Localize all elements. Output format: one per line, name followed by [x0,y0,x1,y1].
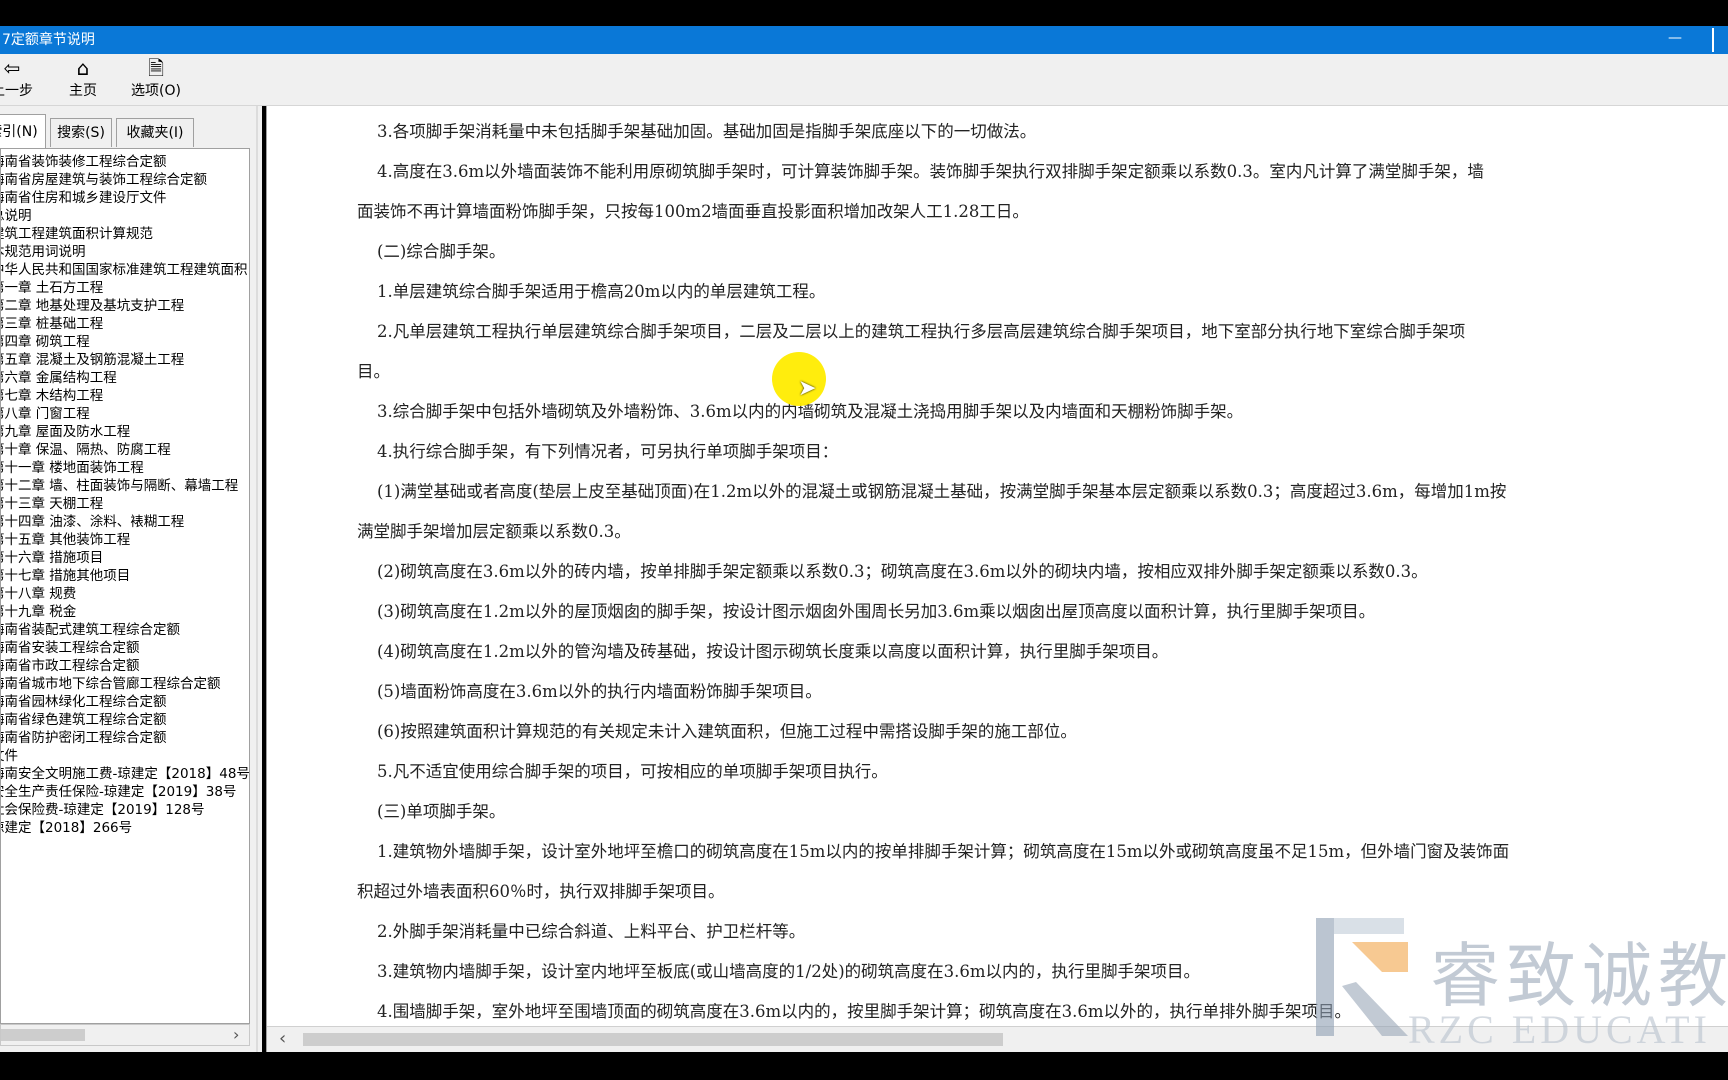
tree-item[interactable]: 社会保险费-琼建定【2019】128号 [1,801,249,819]
paragraph: (1)满堂基础或者高度(垫层上皮至基础顶面)在1.2m以外的混凝土或钢筋混凝土基… [377,482,1507,501]
paragraph: 5.凡不适宜使用综合脚手架的项目，可按相应的单项脚手架项目执行。 [377,762,888,781]
paragraph: 4.高度在3.6m以外墙面装饰不能利用原砌筑脚手架时，可计算装饰脚手架。装饰脚手… [377,162,1484,181]
screen-top-band [0,0,1728,26]
tree-item[interactable]: 第五章 混凝土及钢筋混凝土工程 [1,351,249,369]
tree-item[interactable]: 第二章 地基处理及基坑支护工程 [1,297,249,315]
title-bar: 7定额章节说明 — [0,26,1728,54]
tree-item[interactable]: 第十三章 天棚工程 [1,495,249,513]
tree-item[interactable]: 第十七章 措施其他项目 [1,567,249,585]
paragraph: 面装饰不再计算墙面粉饰脚手架，只按每100m2墙面垂直投影面积增加改架人工1.2… [357,202,1029,221]
paragraph: (2)砌筑高度在3.6m以外的砖内墙，按单排脚手架定额乘以系数0.3；砌筑高度在… [377,562,1428,581]
paragraph: 3.综合脚手架中包括外墙砌筑及外墙粉饰、3.6m以内的内墙砌筑及混凝土浇捣用脚手… [377,402,1244,421]
tree-item[interactable]: 第七章 木结构工程 [1,387,249,405]
paragraph: 积超过外墙表面积60％时，执行双排脚手架项目。 [357,882,725,901]
watermark: 睿致诚教 RZC EDUCATI [1306,912,1728,1052]
paragraph: 1.单层建筑综合脚手架适用于檐高20m以内的单层建筑工程。 [377,282,826,301]
paragraph: 3.各项脚手架消耗量中未包括脚手架基础加固。基础加固是指脚手架底座以下的一切做法… [377,122,1037,141]
window-title: 7定额章节说明 [2,32,95,48]
tree-item[interactable]: 第三章 桩基础工程 [1,315,249,333]
paragraph: (4)砌筑高度在1.2m以外的管沟墙及砖基础，按设计图示砌筑长度乘以高度以面积计… [377,642,1169,661]
tab-search[interactable]: 搜索(S) [50,118,112,147]
screen-bottom-band [0,1052,1728,1080]
options-button[interactable]: 🗎 选项(O) [126,56,186,104]
tree-item[interactable]: 第十九章 税金 [1,603,249,621]
options-button-label: 选项(O) [131,83,181,99]
watermark-logo [1316,918,1408,1036]
tree-item[interactable]: 海南省住房和城乡建设厅文件 [1,189,249,207]
help-viewer-window: 7定额章节说明 — ⇦ 上一步 ⌂ 主页 🗎 选项(O) 索引(N) 搜索(S)… [0,0,1728,1080]
tree-item[interactable]: 第八章 门窗工程 [1,405,249,423]
tree-list: 海南省装饰装修工程综合定额 海南省房屋建筑与装饰工程综合定额 海南省住房和城乡建设厅… [1,153,249,837]
tree-item[interactable]: 琼建定【2018】266号 [1,819,249,837]
tree-item[interactable]: 安全生产责任保险-琼建定【2019】38号 [1,783,249,801]
index-tree: 海南省装饰装修工程综合定额 海南省房屋建筑与装饰工程综合定额 海南省住房和城乡建设厅… [0,148,250,1024]
watermark-english-text: RZC EDUCATI [1408,1007,1711,1052]
mouse-pointer-icon: ➤ [798,376,817,401]
back-button[interactable]: ⇦ 上一步 [0,56,40,104]
tree-item[interactable]: 海南省市政工程综合定额 [1,657,249,675]
tree-item[interactable]: 海南省绿色建筑工程综合定额 [1,711,249,729]
minimize-button[interactable]: — [1664,24,1686,52]
tree-item[interactable]: 第十二章 墙、柱面装饰与隔断、幕墙工程 [1,477,249,495]
scroll-right-arrow-icon[interactable]: › [233,1025,239,1045]
paragraph: 1.建筑物外墙脚手架，设计室外地坪至檐口的砌筑高度在15m以内的按单排脚手架计算… [377,842,1510,861]
paragraph: 4.执行综合脚手架，有下列情况者，可另执行单项脚手架项目： [377,442,839,461]
tree-item[interactable]: 文件 [1,747,249,765]
scroll-left-arrow-icon[interactable]: ‹ [279,1028,286,1049]
tree-item[interactable]: 第九章 屋面及防水工程 [1,423,249,441]
document-content: 3.各项脚手架消耗量中未包括脚手架基础加固。基础加固是指脚手架底座以下的一切做法… [266,106,1728,1052]
content-scrollbar-thumb[interactable] [303,1033,1003,1046]
tree-item[interactable]: 海南省房屋建筑与装饰工程综合定额 [1,171,249,189]
paragraph: (三)单项脚手架。 [377,802,506,821]
tree-item[interactable]: 第一章 土石方工程 [1,279,249,297]
pane-splitter[interactable] [256,106,258,1052]
tree-item[interactable]: 海南省园林绿化工程综合定额 [1,693,249,711]
tree-item[interactable]: 海南省防护密闭工程综合定额 [1,729,249,747]
home-button[interactable]: ⌂ 主页 [62,56,104,104]
back-arrow-icon: ⇦ [3,56,21,80]
tree-item[interactable]: 第十八章 规费 [1,585,249,603]
tree-item[interactable]: 海南安全文明施工费-琼建定【2018】48号 [1,765,249,783]
paragraph: (6)按照建筑面积计算规范的有关规定未计入建筑面积，但施工过程中需搭设脚手架的施… [377,722,1077,741]
paragraph: 满堂脚手架增加层定额乘以系数0.3。 [357,522,631,541]
tree-item[interactable]: 总说明 [1,207,249,225]
tree-item[interactable]: 海南省城市地下综合管廊工程综合定额 [1,675,249,693]
tree-item[interactable]: 第十章 保温、隔热、防腐工程 [1,441,249,459]
tree-item[interactable]: 第六章 金属结构工程 [1,369,249,387]
tree-item[interactable]: 第四章 砌筑工程 [1,333,249,351]
back-button-label: 上一步 [0,83,33,99]
tab-favorites[interactable]: 收藏夹(I) [116,118,194,147]
home-button-label: 主页 [69,83,97,99]
maximize-button[interactable] [1712,28,1728,52]
tree-item[interactable]: 第十六章 措施项目 [1,549,249,567]
tab-index[interactable]: 索引(N) [0,114,46,148]
home-icon: ⌂ [76,56,90,80]
tree-item[interactable]: 本规范用词说明 [1,243,249,261]
tree-item[interactable]: 第十四章 油漆、涂料、裱糊工程 [1,513,249,531]
document-text: 3.各项脚手架消耗量中未包括脚手架基础加固。基础加固是指脚手架底座以下的一切做法… [357,112,1727,1032]
tree-item[interactable]: 海南省安装工程综合定额 [1,639,249,657]
tree-item[interactable]: 中华人民共和国国家标准建筑工程建筑面积 [1,261,249,279]
paragraph: (5)墙面粉饰高度在3.6m以外的执行内墙面粉饰脚手架项目。 [377,682,822,701]
scrollbar-thumb[interactable] [1,1029,85,1041]
options-icon: 🗎 [147,56,165,80]
paragraph: 目。 [357,362,390,381]
tree-item[interactable]: 建筑工程建筑面积计算规范 [1,225,249,243]
paragraph: 2.凡单层建筑工程执行单层建筑综合脚手架项目，二层及二层以上的建筑工程执行多层高… [377,322,1466,341]
tree-item[interactable]: 第十一章 楼地面装饰工程 [1,459,249,477]
tree-item[interactable]: 海南省装配式建筑工程综合定额 [1,621,249,639]
tree-item[interactable]: 海南省装饰装修工程综合定额 [1,153,249,171]
tree-item[interactable]: 第十五章 其他装饰工程 [1,531,249,549]
paragraph: (二)综合脚手架。 [377,242,506,261]
navigation-pane: 索引(N) 搜索(S) 收藏夹(I) 海南省装饰装修工程综合定额海南省房屋建筑与… [0,106,262,1052]
paragraph: (3)砌筑高度在1.2m以外的屋顶烟囱的脚手架，按设计图示烟囱外围周长另加3.6… [377,602,1376,621]
tree-horizontal-scrollbar[interactable]: › [0,1024,250,1046]
toolbar: ⇦ 上一步 ⌂ 主页 🗎 选项(O) [0,54,1728,106]
